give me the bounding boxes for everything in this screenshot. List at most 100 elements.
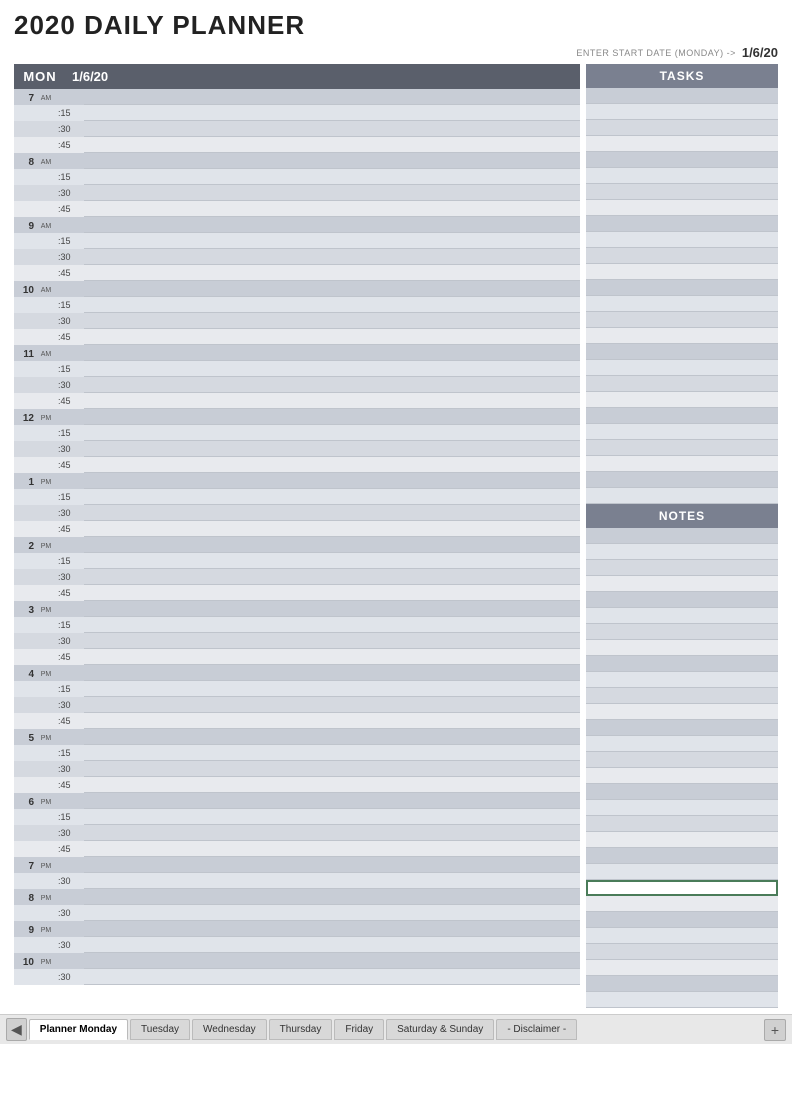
time-row[interactable]: :30 — [14, 873, 580, 889]
note-row[interactable] — [586, 592, 778, 608]
time-cell[interactable] — [84, 377, 580, 393]
note-row[interactable] — [586, 528, 778, 544]
time-row[interactable]: :45 — [14, 649, 580, 665]
note-row[interactable] — [586, 544, 778, 560]
time-row[interactable]: :30 — [14, 377, 580, 393]
time-cell[interactable] — [84, 697, 580, 713]
time-cell[interactable] — [84, 489, 580, 505]
time-row[interactable]: 1PM — [14, 473, 580, 489]
time-cell[interactable] — [84, 457, 580, 473]
time-cell[interactable] — [84, 233, 580, 249]
task-row[interactable] — [586, 88, 778, 104]
time-row[interactable]: :30 — [14, 633, 580, 649]
note-row[interactable] — [586, 928, 778, 944]
note-row[interactable] — [586, 608, 778, 624]
task-row[interactable] — [586, 408, 778, 424]
time-row[interactable]: :30 — [14, 249, 580, 265]
time-row[interactable]: :15 — [14, 233, 580, 249]
time-cell[interactable] — [84, 313, 580, 329]
time-cell[interactable] — [84, 361, 580, 377]
note-row[interactable] — [586, 864, 778, 880]
time-cell[interactable] — [84, 777, 580, 793]
time-cell[interactable] — [84, 153, 580, 169]
time-row[interactable]: :45 — [14, 841, 580, 857]
task-row[interactable] — [586, 424, 778, 440]
time-cell[interactable] — [84, 905, 580, 921]
note-row[interactable] — [586, 784, 778, 800]
tab-thursday[interactable]: Thursday — [269, 1019, 333, 1040]
time-row[interactable]: :45 — [14, 329, 580, 345]
time-cell[interactable] — [84, 601, 580, 617]
time-cell[interactable] — [84, 841, 580, 857]
time-cell[interactable] — [84, 217, 580, 233]
time-cell[interactable] — [84, 169, 580, 185]
note-row[interactable] — [586, 816, 778, 832]
date-entry-value[interactable]: 1/6/20 — [742, 45, 778, 60]
time-cell[interactable] — [84, 137, 580, 153]
time-row[interactable]: :45 — [14, 585, 580, 601]
time-row[interactable]: :45 — [14, 521, 580, 537]
note-row[interactable] — [586, 656, 778, 672]
tab-add-button[interactable]: + — [764, 1019, 786, 1041]
task-row[interactable] — [586, 248, 778, 264]
note-row[interactable] — [586, 640, 778, 656]
time-cell[interactable] — [84, 649, 580, 665]
time-cell[interactable] — [84, 505, 580, 521]
time-row[interactable]: 7AM — [14, 89, 580, 105]
task-row[interactable] — [586, 296, 778, 312]
time-cell[interactable] — [84, 105, 580, 121]
tab---disclaimer--[interactable]: - Disclaimer - — [496, 1019, 577, 1040]
task-row[interactable] — [586, 200, 778, 216]
time-row[interactable]: :45 — [14, 777, 580, 793]
note-row[interactable] — [586, 560, 778, 576]
time-cell[interactable] — [84, 921, 580, 937]
time-row[interactable]: :30 — [14, 969, 580, 985]
time-row[interactable]: 10PM — [14, 953, 580, 969]
time-cell[interactable] — [84, 761, 580, 777]
time-row[interactable]: :15 — [14, 681, 580, 697]
time-row[interactable]: :45 — [14, 457, 580, 473]
time-row[interactable]: :30 — [14, 569, 580, 585]
note-row[interactable] — [586, 688, 778, 704]
time-row[interactable]: :45 — [14, 265, 580, 281]
time-cell[interactable] — [84, 521, 580, 537]
time-row[interactable]: 5PM — [14, 729, 580, 745]
task-row[interactable] — [586, 472, 778, 488]
time-cell[interactable] — [84, 617, 580, 633]
time-row[interactable]: :45 — [14, 393, 580, 409]
time-cell[interactable] — [84, 713, 580, 729]
time-cell[interactable] — [84, 89, 580, 105]
note-row[interactable] — [586, 848, 778, 864]
time-row[interactable]: :30 — [14, 121, 580, 137]
task-row[interactable] — [586, 264, 778, 280]
note-row[interactable] — [586, 576, 778, 592]
time-row[interactable]: 11AM — [14, 345, 580, 361]
time-cell[interactable] — [84, 345, 580, 361]
time-row[interactable]: :45 — [14, 201, 580, 217]
time-row[interactable]: 8PM — [14, 889, 580, 905]
time-row[interactable]: :30 — [14, 905, 580, 921]
note-row[interactable] — [586, 704, 778, 720]
time-row[interactable]: 3PM — [14, 601, 580, 617]
time-row[interactable]: :15 — [14, 745, 580, 761]
task-row[interactable] — [586, 328, 778, 344]
note-row[interactable] — [586, 672, 778, 688]
task-row[interactable] — [586, 136, 778, 152]
task-row[interactable] — [586, 168, 778, 184]
time-row[interactable]: :45 — [14, 713, 580, 729]
note-row[interactable] — [586, 752, 778, 768]
time-row[interactable]: :15 — [14, 489, 580, 505]
time-row[interactable]: :30 — [14, 825, 580, 841]
time-cell[interactable] — [84, 569, 580, 585]
time-row[interactable]: :30 — [14, 185, 580, 201]
note-row[interactable] — [586, 800, 778, 816]
time-row[interactable]: 12PM — [14, 409, 580, 425]
time-cell[interactable] — [84, 825, 580, 841]
tab-planner-monday[interactable]: Planner Monday — [29, 1019, 128, 1040]
time-cell[interactable] — [84, 729, 580, 745]
time-cell[interactable] — [84, 745, 580, 761]
time-cell[interactable] — [84, 953, 580, 969]
task-row[interactable] — [586, 376, 778, 392]
time-cell[interactable] — [84, 121, 580, 137]
tab-prev-arrow[interactable]: ◀ — [6, 1018, 27, 1041]
